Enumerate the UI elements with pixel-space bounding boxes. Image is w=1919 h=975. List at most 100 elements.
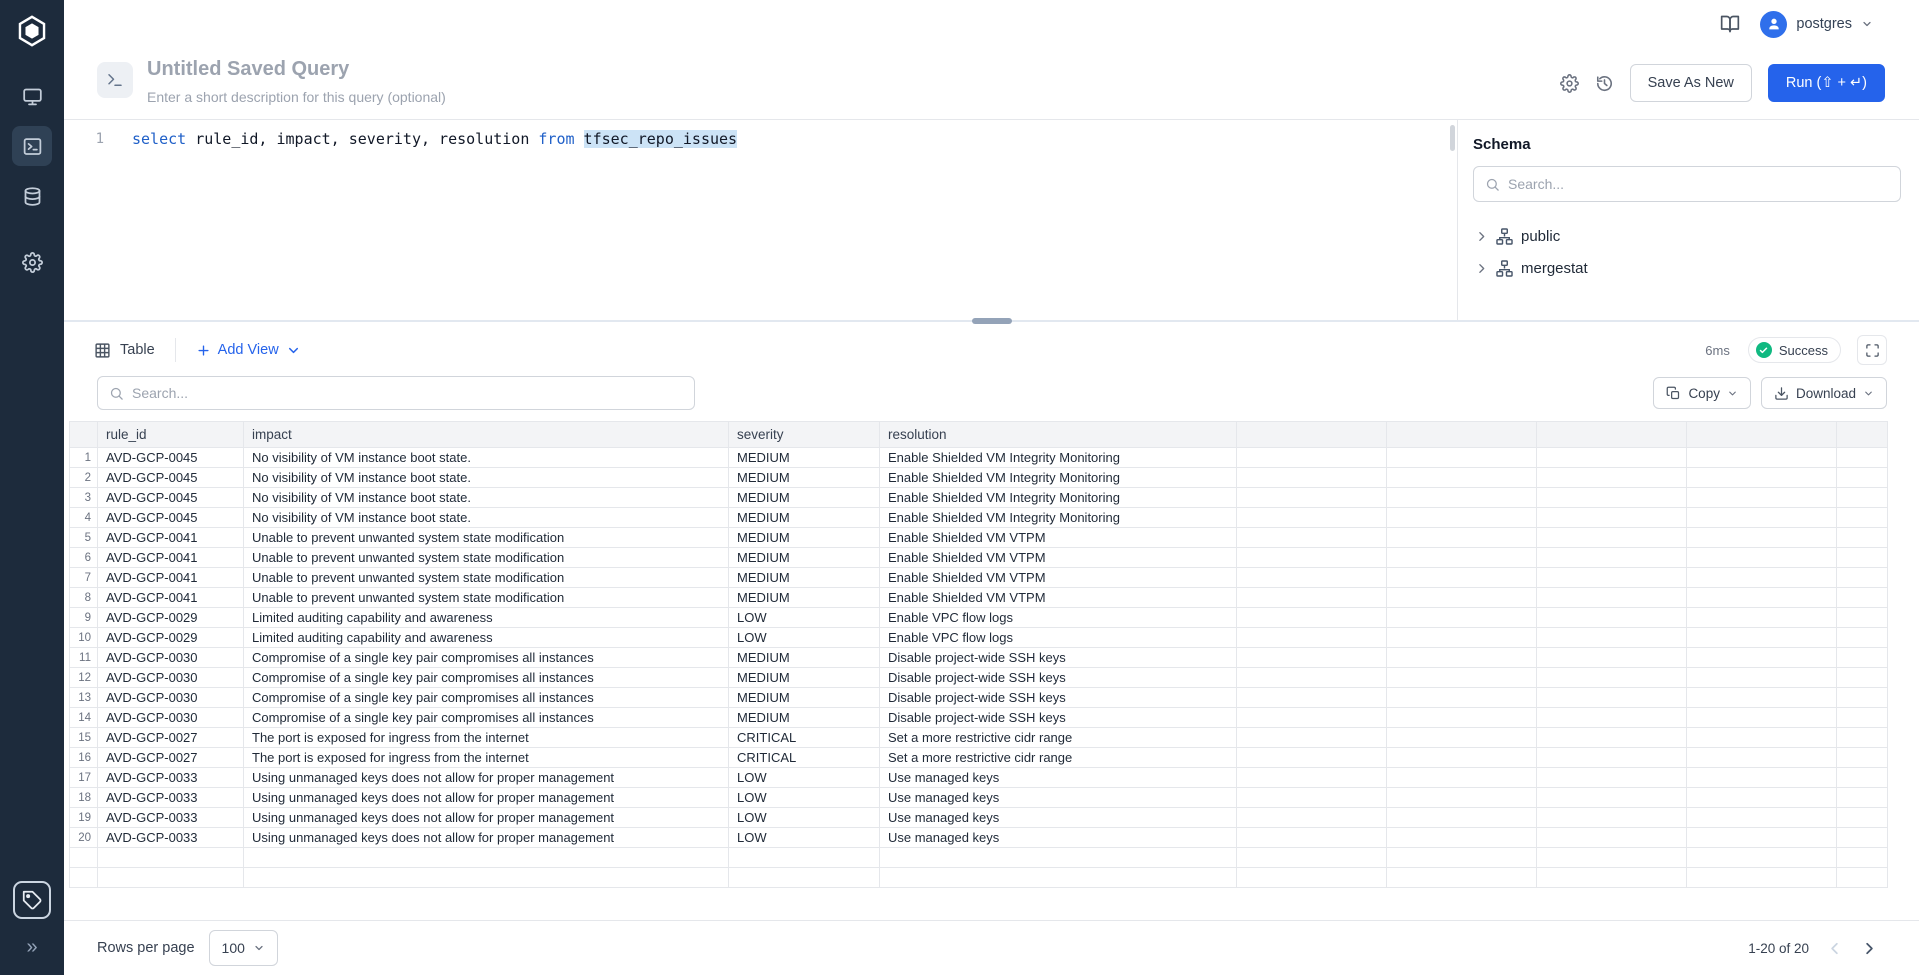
table-cell: The port is exposed for ingress from the…: [244, 728, 729, 748]
table-row[interactable]: 5AVD-GCP-0041Unable to prevent unwanted …: [70, 528, 1888, 548]
table-cell: MEDIUM: [729, 488, 880, 508]
table-cell-empty: [1687, 808, 1837, 828]
table-cell: Enable Shielded VM Integrity Monitoring: [880, 488, 1237, 508]
table-row[interactable]: 7AVD-GCP-0041Unable to prevent unwanted …: [70, 568, 1888, 588]
column-header[interactable]: impact: [244, 422, 729, 448]
query-settings-button[interactable]: [1560, 74, 1579, 93]
rows-per-page-select[interactable]: 100: [209, 930, 278, 966]
query-history-button[interactable]: [1595, 74, 1614, 93]
table-cell: Using unmanaged keys does not allow for …: [244, 808, 729, 828]
schema-tree-item-public[interactable]: public: [1473, 220, 1901, 252]
sql-columns: rule_id, impact, severity, resolution: [186, 130, 538, 148]
prev-page-button[interactable]: [1825, 939, 1844, 958]
maximize-icon: [1865, 343, 1880, 358]
sidebar-item-repos[interactable]: [12, 76, 52, 116]
query-title[interactable]: Untitled Saved Query: [147, 58, 446, 81]
tab-table[interactable]: Table: [94, 342, 155, 359]
resize-handle[interactable]: [972, 318, 1012, 324]
table-cell-empty: [1387, 868, 1537, 888]
table-cell-empty: [1537, 788, 1687, 808]
table-cell-empty: [1237, 688, 1387, 708]
table-cell: MEDIUM: [729, 568, 880, 588]
table-cell-empty: [1837, 668, 1888, 688]
download-button[interactable]: Download: [1761, 377, 1887, 409]
column-header[interactable]: resolution: [880, 422, 1237, 448]
save-as-new-button[interactable]: Save As New: [1630, 64, 1752, 102]
results-search-input[interactable]: [132, 385, 683, 401]
row-number: 12: [70, 668, 98, 688]
table-cell: Enable Shielded VM Integrity Monitoring: [880, 448, 1237, 468]
table-cell-empty: [1537, 468, 1687, 488]
editor-scrollbar[interactable]: [1450, 125, 1455, 151]
table-cell-empty: [1237, 808, 1387, 828]
sidebar-item-settings[interactable]: [12, 242, 52, 282]
user-menu[interactable]: postgres: [1760, 11, 1873, 38]
table-row[interactable]: 18AVD-GCP-0033Using unmanaged keys does …: [70, 788, 1888, 808]
table-cell-empty: [729, 868, 880, 888]
table-cell-empty: [1687, 768, 1837, 788]
chevron-down-icon: [1727, 388, 1738, 399]
table-cell-empty: [1387, 448, 1537, 468]
table-cell: AVD-GCP-0033: [98, 788, 244, 808]
table-cell-empty: [1837, 748, 1888, 768]
table-cell: AVD-GCP-0045: [98, 468, 244, 488]
table-row[interactable]: 12AVD-GCP-0030Compromise of a single key…: [70, 668, 1888, 688]
table-cell: Using unmanaged keys does not allow for …: [244, 788, 729, 808]
sidebar-collapse-button[interactable]: »: [18, 933, 45, 961]
table-row[interactable]: 16AVD-GCP-0027The port is exposed for in…: [70, 748, 1888, 768]
table-row[interactable]: 2AVD-GCP-0045No visibility of VM instanc…: [70, 468, 1888, 488]
table-row[interactable]: 14AVD-GCP-0030Compromise of a single key…: [70, 708, 1888, 728]
query-header: Untitled Saved Query Enter a short descr…: [64, 48, 1919, 119]
table-cell: Enable Shielded VM VTPM: [880, 588, 1237, 608]
mergestat-logo[interactable]: [13, 12, 51, 50]
run-button[interactable]: Run (⇧ + ↵): [1768, 64, 1885, 102]
table-cell: Use managed keys: [880, 768, 1237, 788]
next-page-button[interactable]: [1860, 939, 1879, 958]
copy-button[interactable]: Copy: [1653, 377, 1751, 409]
fullscreen-button[interactable]: [1857, 335, 1887, 365]
results-search: [97, 376, 695, 410]
table-cell-empty: [1837, 808, 1888, 828]
table-row[interactable]: 10AVD-GCP-0029Limited auditing capabilit…: [70, 628, 1888, 648]
table-cell-empty: [1237, 768, 1387, 788]
table-row[interactable]: 1AVD-GCP-0045No visibility of VM instanc…: [70, 448, 1888, 468]
table-cell: MEDIUM: [729, 708, 880, 728]
table-row[interactable]: 19AVD-GCP-0033Using unmanaged keys does …: [70, 808, 1888, 828]
sql-editor[interactable]: 1 select rule_id, impact, severity, reso…: [64, 120, 1457, 320]
add-view-button[interactable]: Add View: [196, 342, 301, 358]
table-cell-empty: [1237, 828, 1387, 848]
schema-hierarchy-icon: [1495, 227, 1514, 246]
column-header[interactable]: severity: [729, 422, 880, 448]
table-row[interactable]: 15AVD-GCP-0027The port is exposed for in…: [70, 728, 1888, 748]
sidebar-item-queries[interactable]: [12, 126, 52, 166]
sidebar-bottom: »: [13, 881, 51, 961]
table-row[interactable]: 17AVD-GCP-0033Using unmanaged keys does …: [70, 768, 1888, 788]
table-cell-empty: [1537, 608, 1687, 628]
table-row[interactable]: 3AVD-GCP-0045No visibility of VM instanc…: [70, 488, 1888, 508]
table-row[interactable]: 13AVD-GCP-0030Compromise of a single key…: [70, 688, 1888, 708]
table-row[interactable]: 9AVD-GCP-0029Limited auditing capability…: [70, 608, 1888, 628]
table-row[interactable]: 20AVD-GCP-0033Using unmanaged keys does …: [70, 828, 1888, 848]
table-row[interactable]: 8AVD-GCP-0041Unable to prevent unwanted …: [70, 588, 1888, 608]
table-cell-empty: [1837, 768, 1888, 788]
table-cell-empty: [1687, 568, 1837, 588]
table-row[interactable]: 6AVD-GCP-0041Unable to prevent unwanted …: [70, 548, 1888, 568]
success-check-icon: [1756, 342, 1772, 358]
table-row[interactable]: 11AVD-GCP-0030Compromise of a single key…: [70, 648, 1888, 668]
table-cell-empty: [1387, 708, 1537, 728]
query-description-placeholder[interactable]: Enter a short description for this query…: [147, 89, 446, 105]
schema-tree-item-mergestat[interactable]: mergestat: [1473, 252, 1901, 284]
sidebar-item-usage[interactable]: [13, 881, 51, 919]
table-cell-empty: [1387, 608, 1537, 628]
table-cell-empty: [1537, 548, 1687, 568]
table-row[interactable]: 4AVD-GCP-0045No visibility of VM instanc…: [70, 508, 1888, 528]
sql-code-line[interactable]: select rule_id, impact, severity, resolu…: [114, 127, 737, 320]
status-label: Success: [1779, 343, 1828, 358]
results-footer: Rows per page 100 1-20 of 20: [64, 920, 1919, 975]
column-header[interactable]: rule_id: [98, 422, 244, 448]
docs-button[interactable]: [1720, 14, 1740, 34]
schema-search-input[interactable]: [1508, 176, 1889, 192]
table-cell-empty: [1687, 508, 1837, 528]
sidebar-item-connections[interactable]: [12, 176, 52, 216]
database-icon: [22, 186, 43, 207]
